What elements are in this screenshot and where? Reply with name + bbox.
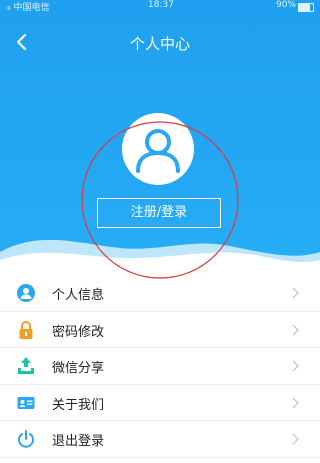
time-text: 18:37 — [148, 0, 174, 10]
chevron-right-icon — [292, 360, 299, 372]
status-bar: ᵢₗₗ 中国电信 18:37 90% — [0, 0, 320, 14]
chevron-right-icon — [292, 397, 299, 408]
chevron-right-icon — [292, 433, 299, 445]
menu-item-wechat-share[interactable]: 微信分享 — [0, 348, 320, 385]
battery-text: 90% — [275, 0, 296, 10]
page-title: 个人中心 — [129, 35, 190, 53]
menu-item-label: 退出登录 — [52, 434, 105, 449]
menu-item-logout[interactable]: 退出登录 — [0, 421, 320, 458]
red-circle-annotation — [81, 121, 239, 279]
menu-item-label: 密码修改 — [52, 324, 105, 340]
id-card-icon — [17, 396, 35, 409]
user-circle-icon — [17, 284, 35, 302]
chevron-right-icon — [292, 287, 299, 299]
menu-item-label: 个人信息 — [52, 288, 105, 303]
menu-item-label: 微信分享 — [52, 361, 105, 376]
lock-icon — [19, 320, 33, 339]
menu-item-personal-info[interactable]: 个人信息 — [0, 275, 320, 312]
menu-item-about-us[interactable]: 关于我们 — [0, 385, 320, 421]
chevron-right-icon — [292, 324, 299, 335]
menu-item-change-password[interactable]: 密码修改 — [0, 312, 320, 348]
power-icon — [18, 430, 34, 448]
battery-icon — [298, 3, 314, 12]
carrier-text: ᵢₗₗ 中国电信 — [6, 3, 50, 13]
menu-list: 个人信息 密码修改 微信分享 关于我们 退出登录 — [0, 275, 320, 458]
menu-item-label: 关于我们 — [52, 397, 105, 413]
share-icon — [18, 357, 34, 374]
